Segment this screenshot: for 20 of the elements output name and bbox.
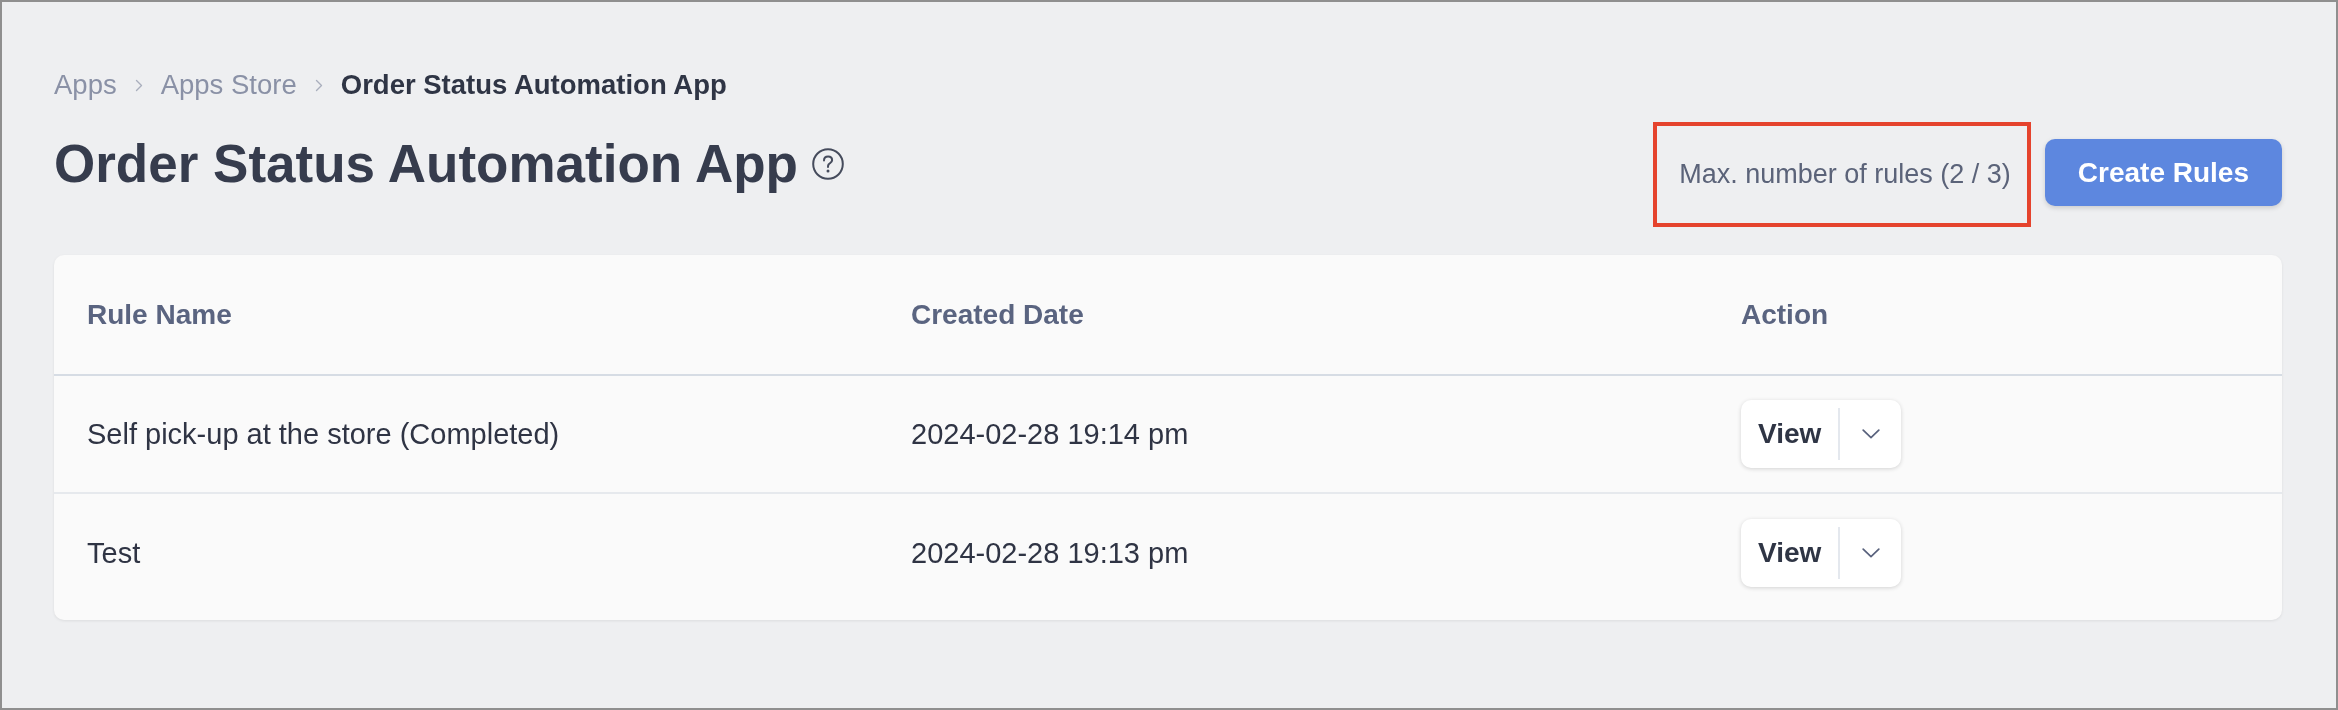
table-cell: Self pick-up at the store (Completed)	[87, 417, 560, 451]
page-title: Order Status Automation App	[54, 133, 798, 195]
chevron-down-icon	[1861, 429, 1880, 439]
help-icon[interactable]	[811, 148, 844, 180]
table-cell: 2024-02-28 19:13 pm	[911, 536, 1189, 570]
chevron-right-icon	[134, 78, 143, 92]
table-cell: 2024-02-28 19:14 pm	[911, 417, 1189, 451]
view-split-button[interactable]: View	[1741, 400, 1902, 468]
column-header: Rule Name	[87, 298, 232, 331]
chevron-down-icon	[1861, 548, 1880, 558]
breadcrumb-current-page: Order Status Automation App	[340, 69, 727, 101]
chevron-right-icon	[314, 78, 323, 92]
rules-limit-text: Max. number of rules (2 / 3)	[1679, 159, 2011, 190]
view-button[interactable]: View	[1741, 519, 1839, 587]
view-button[interactable]: View	[1741, 400, 1839, 468]
table-cell: Test	[87, 536, 141, 570]
column-header: Created Date	[911, 298, 1084, 331]
create-rules-button[interactable]: Create Rules	[2044, 139, 2282, 206]
view-split-button[interactable]: View	[1741, 519, 1902, 587]
column-header: Action	[1741, 298, 1829, 331]
